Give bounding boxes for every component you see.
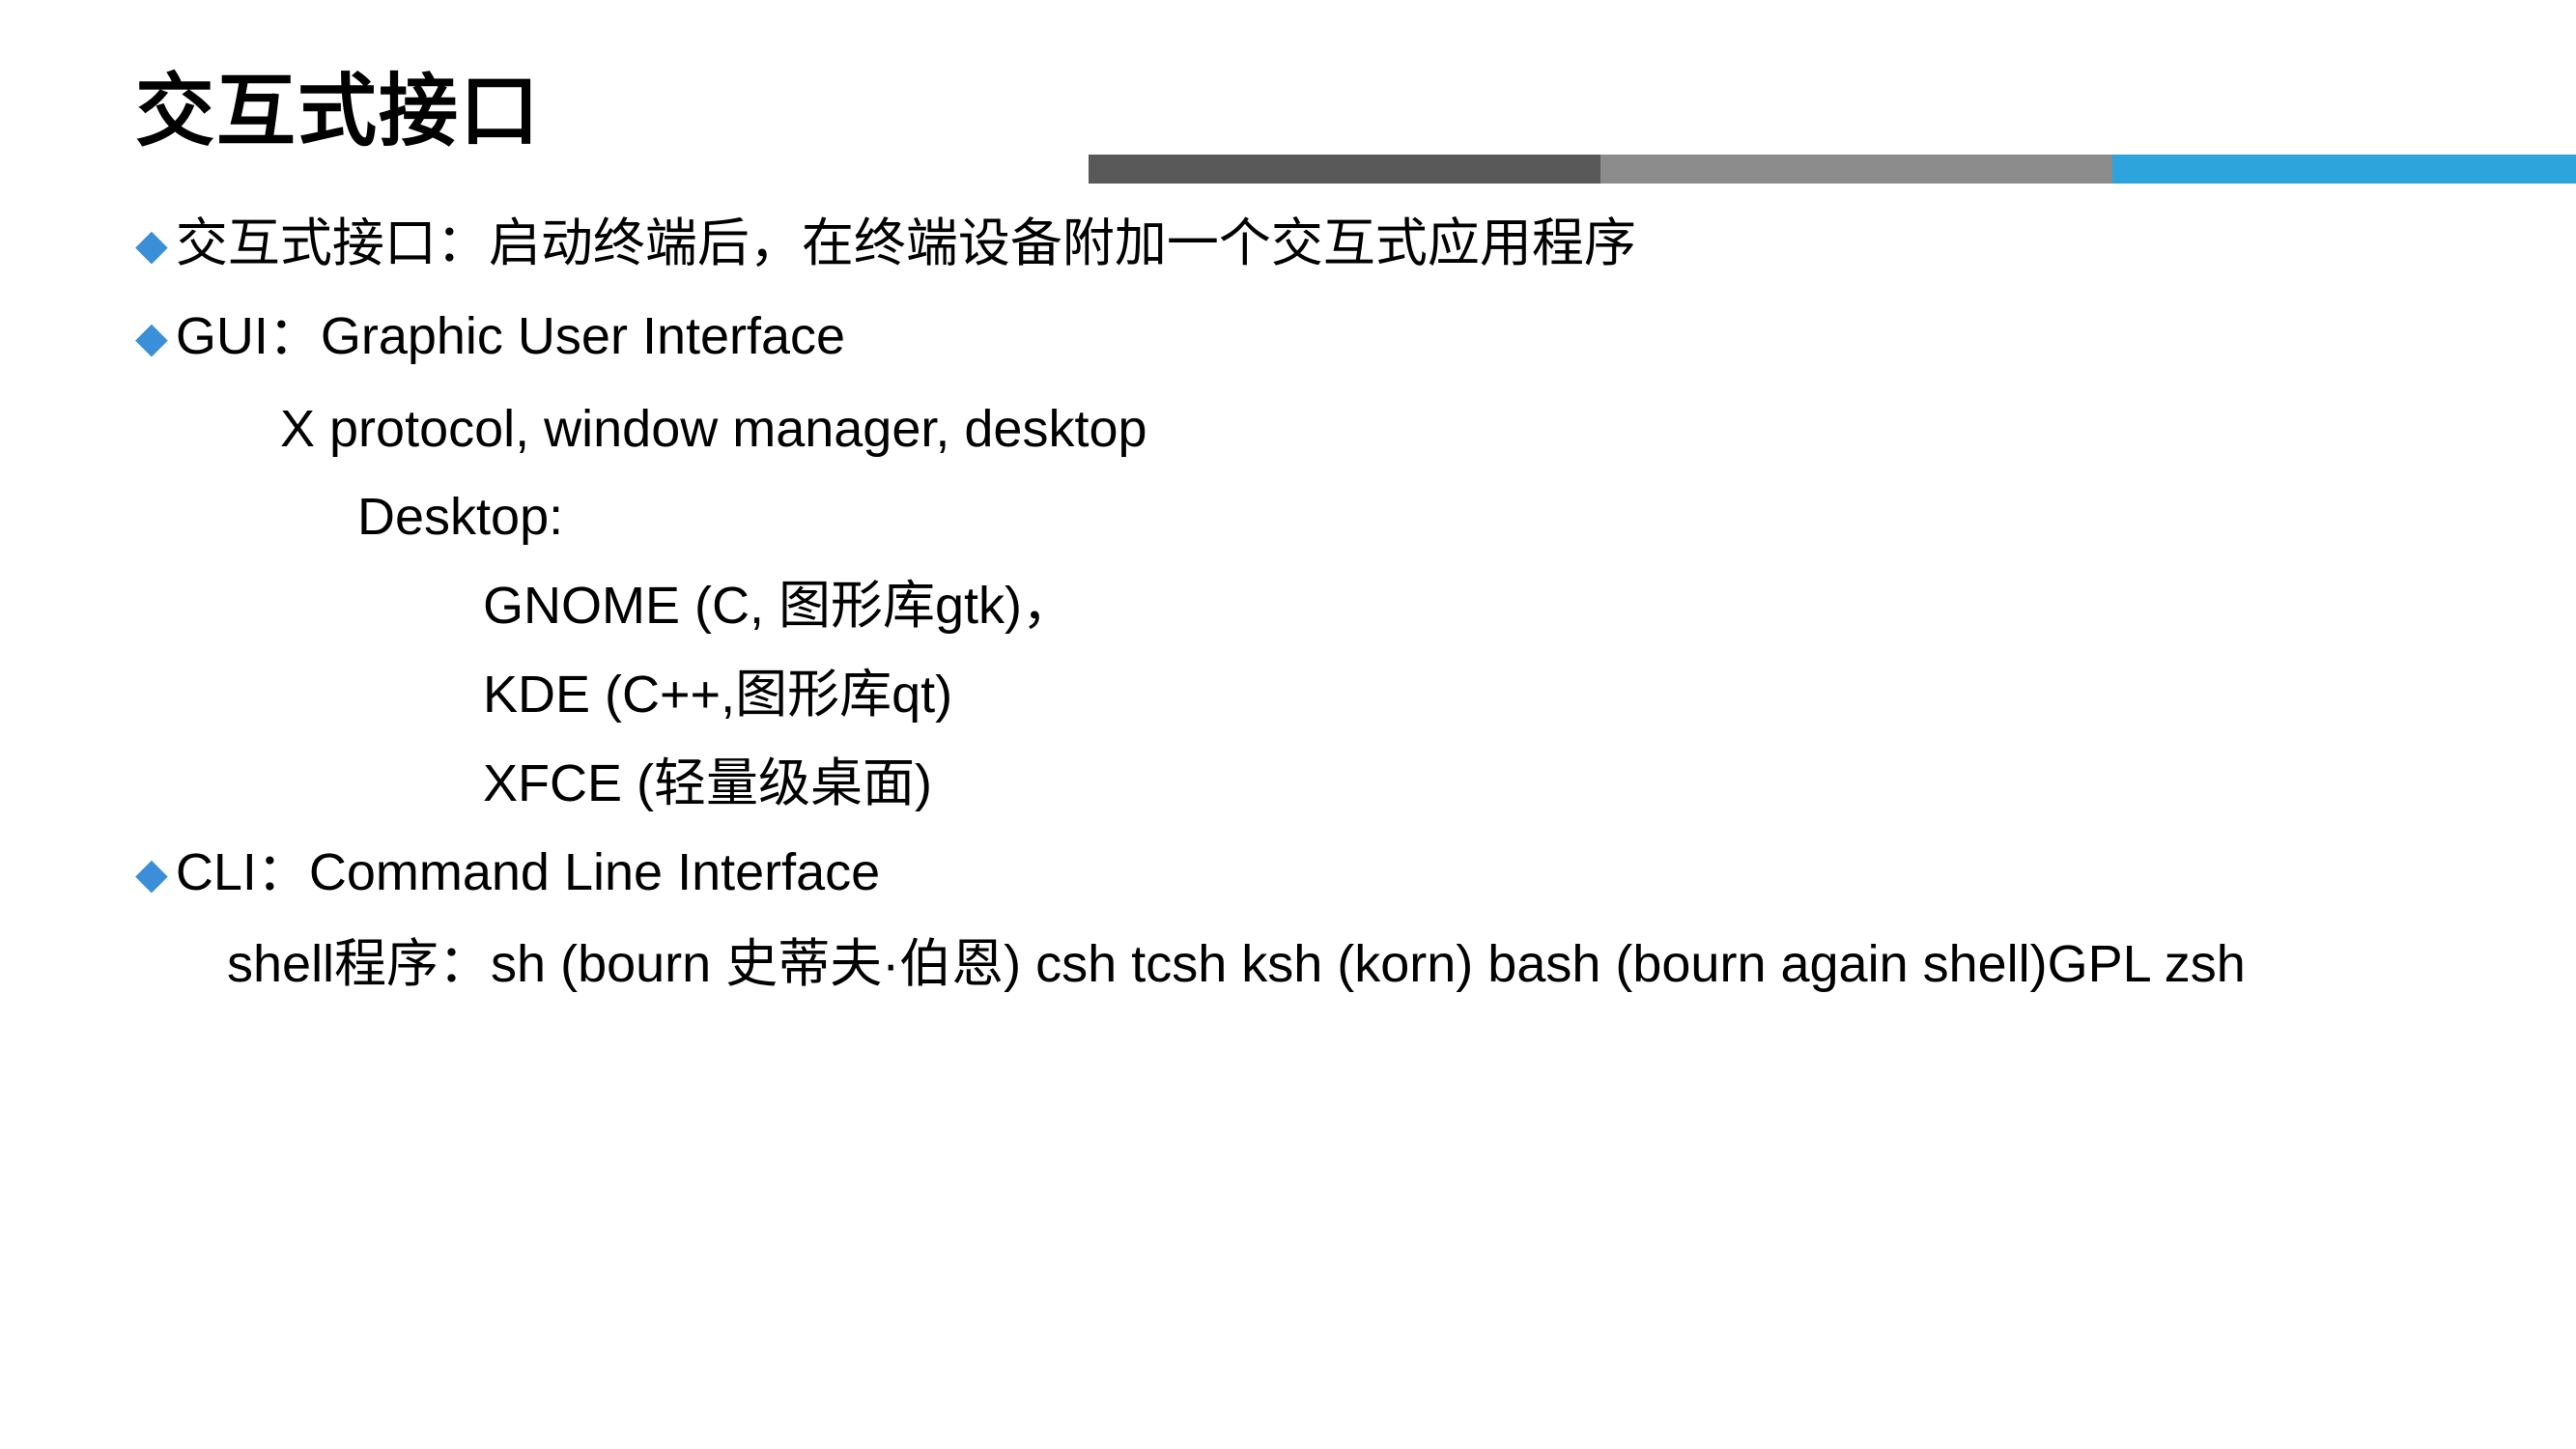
bullet-3-sub1: shell程序：sh (bourn 史蒂夫·伯恩) csh tcsh ksh (… <box>135 921 2441 1009</box>
content-body: ◆ 交互式接口：启动终端后，在终端设备附加一个交互式应用程序 ◆ GUI：Gra… <box>135 200 2441 1009</box>
bullet-1: ◆ 交互式接口：启动终端后，在终端设备附加一个交互式应用程序 <box>135 200 2441 289</box>
bullet-2-sub2-a: GNOME (C, 图形库gtk)， <box>135 562 2441 651</box>
bullet-2-text: GUI：Graphic User Interface <box>176 293 845 382</box>
diamond-icon: ◆ <box>135 302 168 375</box>
bullet-3-sub1-text: shell程序：sh (bourn 史蒂夫·伯恩) csh tcsh ksh (… <box>135 935 2246 993</box>
slide: 交互式接口 ◆ 交互式接口：启动终端后，在终端设备附加一个交互式应用程序 ◆ G… <box>0 0 2576 1449</box>
bullet-3-text: CLI：Command Line Interface <box>176 829 880 918</box>
bullet-2-sub2-c: XFCE (轻量级桌面) <box>135 740 2441 829</box>
bullet-2-sub2: Desktop: <box>135 473 2441 562</box>
slide-title: 交互式接口 <box>135 46 2441 161</box>
bar-blue <box>2112 155 2576 184</box>
bullet-2-sub2-b: KDE (C++,图形库qt) <box>135 651 2441 740</box>
diamond-icon: ◆ <box>135 210 168 282</box>
bullet-3: ◆ CLI：Command Line Interface <box>135 829 2441 918</box>
bar-mid <box>1600 155 2112 184</box>
bullet-1-text: 交互式接口：启动终端后，在终端设备附加一个交互式应用程序 <box>176 200 1636 289</box>
bullet-2-sub1: X protocol, window manager, desktop <box>135 385 2441 474</box>
accent-bars <box>1089 155 2576 184</box>
bullet-2: ◆ GUI：Graphic User Interface <box>135 293 2441 382</box>
diamond-icon: ◆ <box>135 838 168 911</box>
bar-dark <box>1089 155 1600 184</box>
